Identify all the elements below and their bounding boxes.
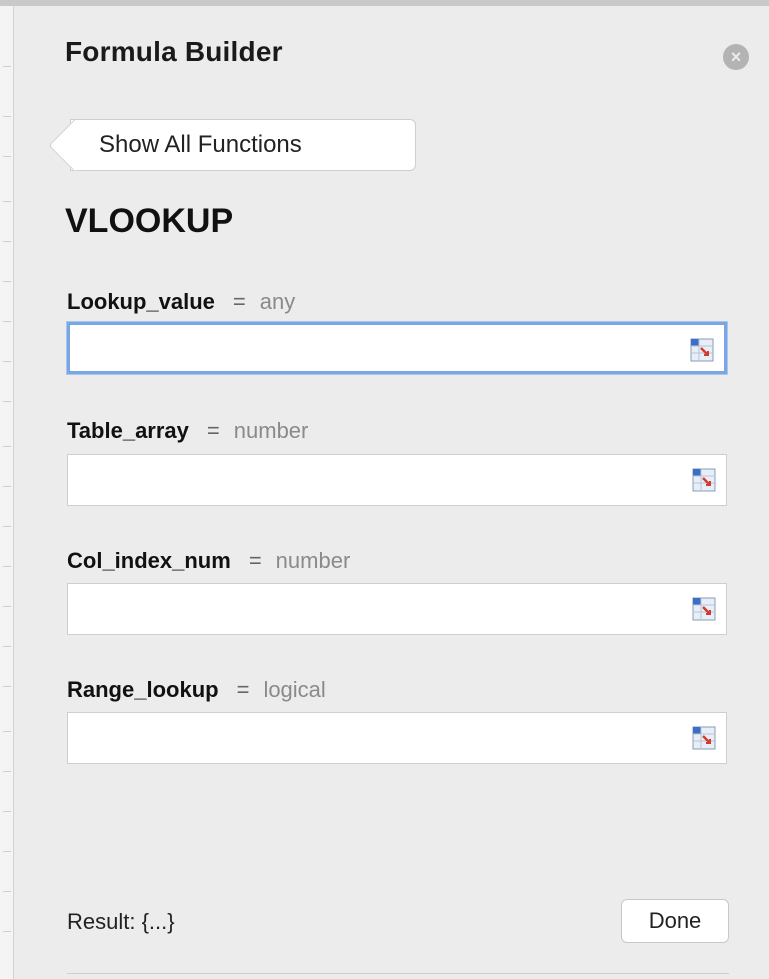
argument-name: Col_index_num	[67, 548, 231, 573]
argument-type: number	[233, 418, 309, 443]
spreadsheet-edge	[0, 6, 14, 979]
panel-title: Formula Builder	[65, 36, 283, 67]
range-select-icon[interactable]	[692, 726, 716, 750]
argument-name: Range_lookup	[67, 677, 219, 702]
argument-label-col-index-num: Col_index_num = number	[67, 548, 350, 574]
argument-name: Lookup_value	[67, 289, 215, 314]
result-text: Result: {...}	[67, 909, 175, 934]
formula-builder-window: Formula Builder × Show All Functions VLO…	[0, 0, 769, 979]
close-icon: ×	[730, 47, 742, 67]
argument-type: logical	[263, 677, 326, 702]
argument-type: number	[275, 548, 351, 573]
argument-label-lookup-value: Lookup_value = any	[67, 289, 295, 315]
argument-equals: =	[206, 418, 220, 443]
col-index-num-input[interactable]	[68, 584, 686, 634]
argument-label-range-lookup: Range_lookup = logical	[67, 677, 326, 703]
argument-equals: =	[232, 289, 246, 314]
argument-equals: =	[248, 548, 262, 573]
close-button[interactable]: ×	[723, 44, 749, 70]
function-name: VLOOKUP	[65, 202, 234, 240]
col-index-num-field[interactable]	[67, 583, 727, 635]
argument-equals: =	[236, 677, 250, 702]
range-select-icon[interactable]	[692, 468, 716, 492]
argument-name: Table_array	[67, 418, 189, 443]
divider	[67, 973, 729, 974]
show-all-functions-label: Show All Functions	[99, 131, 302, 158]
table-array-field[interactable]	[67, 454, 727, 506]
range-lookup-input[interactable]	[68, 713, 686, 763]
lookup-value-field[interactable]	[67, 322, 727, 374]
formula-builder-panel: Formula Builder × Show All Functions VLO…	[15, 6, 769, 979]
show-all-functions-button[interactable]: Show All Functions	[70, 119, 416, 171]
range-select-icon[interactable]	[692, 597, 716, 621]
table-array-input[interactable]	[68, 455, 686, 505]
range-lookup-field[interactable]	[67, 712, 727, 764]
done-button[interactable]: Done	[621, 899, 729, 943]
lookup-value-input[interactable]	[70, 325, 684, 371]
argument-type: any	[259, 289, 296, 314]
argument-label-table-array: Table_array = number	[67, 418, 308, 444]
range-select-icon[interactable]	[690, 338, 714, 362]
